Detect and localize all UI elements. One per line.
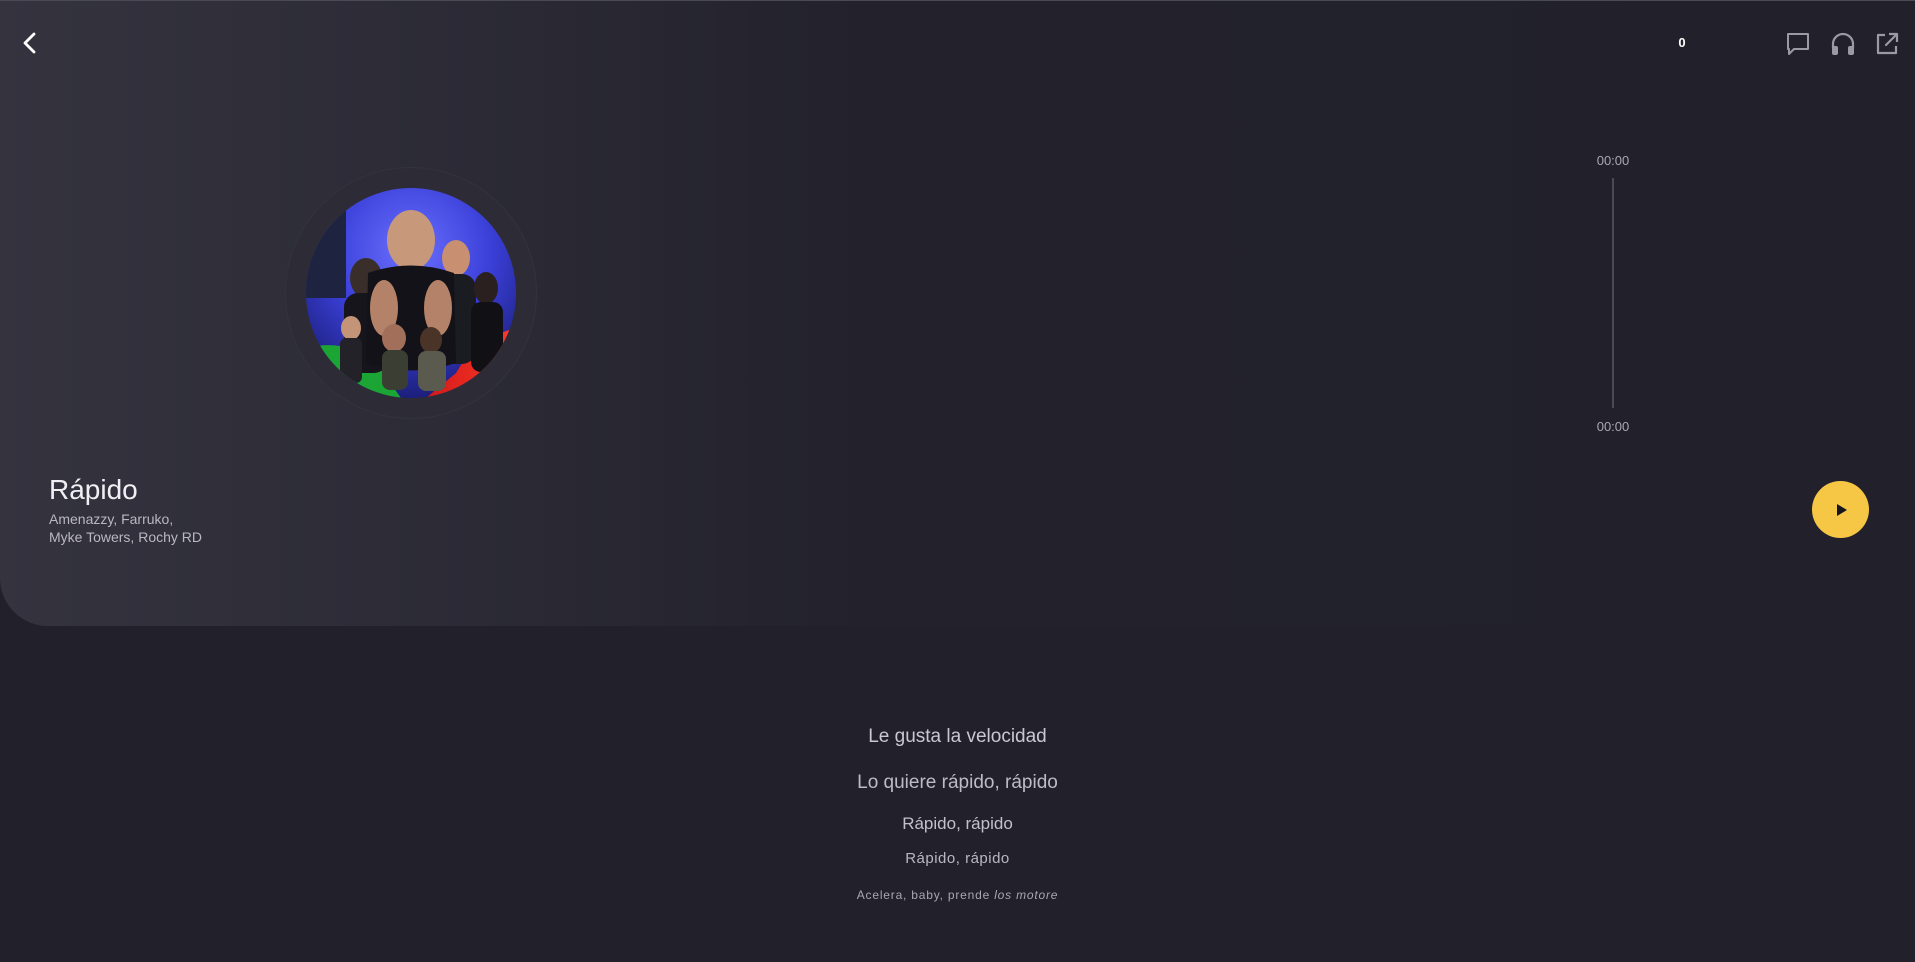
back-button[interactable] [16,29,44,57]
chevron-left-icon [23,32,36,54]
lyric-line: Acelera, baby, prende los motore [0,888,1915,902]
listener-counter: 0 [1678,35,1686,50]
track-artists: Amenazzy, Farruko, Myke Towers, Rochy RD [49,510,202,546]
total-duration: 00:00 [1596,419,1630,434]
external-link-icon [1876,32,1899,55]
album-cover-image [306,188,516,398]
play-icon [1836,503,1847,516]
lyric-text-emphasis: los motore [994,888,1059,902]
artists-line: Myke Towers, Rochy RD [49,529,203,545]
lyric-line: Rápido, rápido [905,850,1010,867]
chat-bubble-icon [1787,33,1809,55]
lyric-line: Le gusta la velocidad [868,726,1047,747]
hero-panel: 0 Rápido Amenazzy, Farruko, Myke Towers,… [0,1,1915,626]
share-button[interactable] [1872,29,1902,59]
top-bar: 0 [0,1,1915,87]
progress-slider[interactable] [1612,178,1614,408]
lyric-line: Lo quiere rápido, rápido [857,772,1058,793]
listen-button[interactable] [1828,29,1858,59]
play-button[interactable] [1812,481,1869,538]
lyric-line: Rápido, rápido [902,814,1013,833]
track-title: Rápido [49,474,138,505]
headphones-icon [1831,32,1855,55]
album-cover-frame [286,168,536,418]
player-page: 0 Rápido Amenazzy, Farruko, Myke Towers,… [0,0,1915,962]
artists-line: Amenazzy, Farruko, [49,511,174,527]
comments-button[interactable] [1783,29,1813,59]
elapsed-time: 00:00 [1596,153,1630,168]
lyric-text: Acelera, baby, prende [856,888,995,902]
